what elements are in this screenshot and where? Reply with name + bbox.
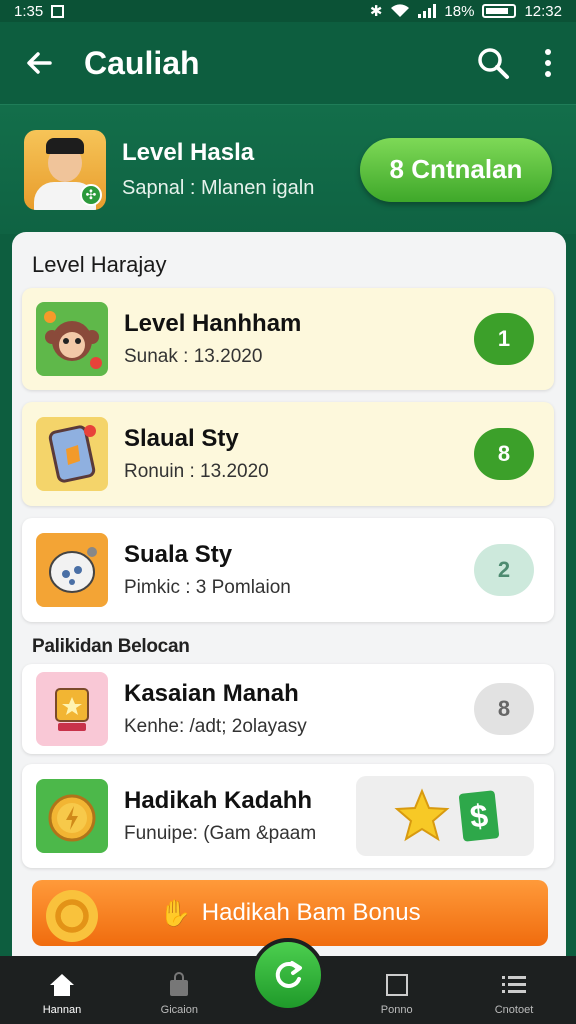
count-badge[interactable]: 2 [474, 544, 534, 596]
bonus-button-label: Hadikah Bam Bonus [201, 899, 421, 926]
nav-label: Gicaion [160, 1004, 198, 1016]
nav-label: Ponno [380, 1004, 413, 1016]
monkey-icon [36, 302, 108, 376]
count-badge[interactable]: 1 [474, 313, 534, 365]
nav-home[interactable]: Hannan [22, 972, 102, 1016]
bag-icon [170, 972, 189, 996]
item-subtitle: Sunak : 13.2020 [124, 346, 263, 367]
square-icon [385, 974, 408, 996]
avatar-cap [46, 137, 84, 154]
battery-icon [482, 4, 517, 18]
wifi-icon [391, 4, 410, 18]
section-title-rewards: Palikidan Belocan [32, 636, 190, 657]
trophy-icon [36, 672, 108, 746]
count-badge[interactable]: 8 [474, 428, 534, 480]
list-item[interactable]: Slaual Sty Ronuin : 13.2020 8 [22, 402, 554, 506]
list-item[interactable]: Hadikah Kadahh Funuipe: (Gam &paam $ [22, 764, 554, 868]
avatar-badge-icon: ✣ [80, 183, 102, 206]
list-item[interactable]: Kasaian Manah Kenhe: /adt; 2olayasy 8 [22, 664, 554, 754]
item-title: Kasaian Manah [124, 680, 299, 707]
refresh-icon [275, 961, 302, 988]
main-panel: Level Harajay Level Hanhham Sunak : 13.2… [12, 232, 566, 962]
swirl-icon [46, 890, 98, 942]
page-title: Cauliah [84, 44, 200, 81]
coin-icon [36, 779, 108, 853]
dollar-icon: $ [458, 790, 500, 842]
signal-icon [418, 4, 437, 18]
more-vertical-icon[interactable] [544, 48, 552, 78]
tablet-icon [36, 417, 108, 491]
arrow-left-icon[interactable] [24, 48, 54, 78]
status-left-text: 1:35 [14, 2, 44, 20]
profile-name: Level Hasla [122, 139, 255, 166]
item-title: Level Hanhham [124, 310, 302, 337]
status-bar: 1:35 ✱ 18% 12:32 [0, 0, 576, 22]
list-item[interactable]: Level Hanhham Sunak : 13.2020 1 [22, 288, 554, 390]
item-title: Suala Sty [124, 541, 233, 568]
profile-subtitle: Sapnal : Mlanen igaln [122, 177, 315, 199]
count-badge[interactable]: 8 [474, 683, 534, 735]
star-icon [394, 788, 450, 842]
reward-box[interactable]: $ [356, 776, 534, 856]
refresh-fab[interactable] [251, 938, 325, 1012]
list-icon [501, 976, 526, 993]
hand-icon: ✋ [159, 897, 192, 928]
item-subtitle: Kenhe: /adt; 2olayasy [124, 716, 307, 737]
list-item[interactable]: Suala Sty Pimkic : 3 Pomlaion 2 [22, 518, 554, 622]
item-subtitle: Ronuin : 13.2020 [124, 461, 269, 482]
section-title-levels: Level Harajay [32, 252, 167, 277]
nav-square[interactable]: Ponno [357, 972, 437, 1016]
item-title: Slaual Sty [124, 425, 239, 452]
status-time: 12:32 [524, 2, 562, 20]
home-icon [50, 974, 74, 996]
nav-list[interactable]: Cnotoet [474, 972, 554, 1016]
profile-text: Level Hasla Sapnal : Mlanen igaln [122, 139, 360, 200]
nav-bag[interactable]: Gicaion [139, 972, 219, 1016]
battery-percent: 18% [444, 2, 475, 20]
avatar[interactable]: ✣ [24, 129, 106, 210]
bluetooth-icon: ✱ [369, 3, 383, 20]
item-subtitle: Funuipe: (Gam &paam [124, 823, 317, 844]
item-subtitle: Pimkic : 3 Pomlaion [124, 577, 291, 598]
profile-header: ✣ Level Hasla Sapnal : Mlanen igaln 8 Cn… [0, 104, 576, 234]
bonus-button[interactable]: ✋ Hadikah Bam Bonus [32, 880, 548, 946]
game-controller-icon [36, 533, 108, 607]
nav-label: Hannan [42, 1004, 82, 1016]
item-title: Hadikah Kadahh [124, 787, 313, 814]
app-bar: Cauliah [0, 22, 576, 104]
search-icon[interactable] [476, 46, 510, 80]
claim-button[interactable]: 8 Cntnalan [360, 137, 552, 202]
notification-icon [51, 4, 65, 18]
nav-label: Cnotoet [494, 1004, 534, 1016]
